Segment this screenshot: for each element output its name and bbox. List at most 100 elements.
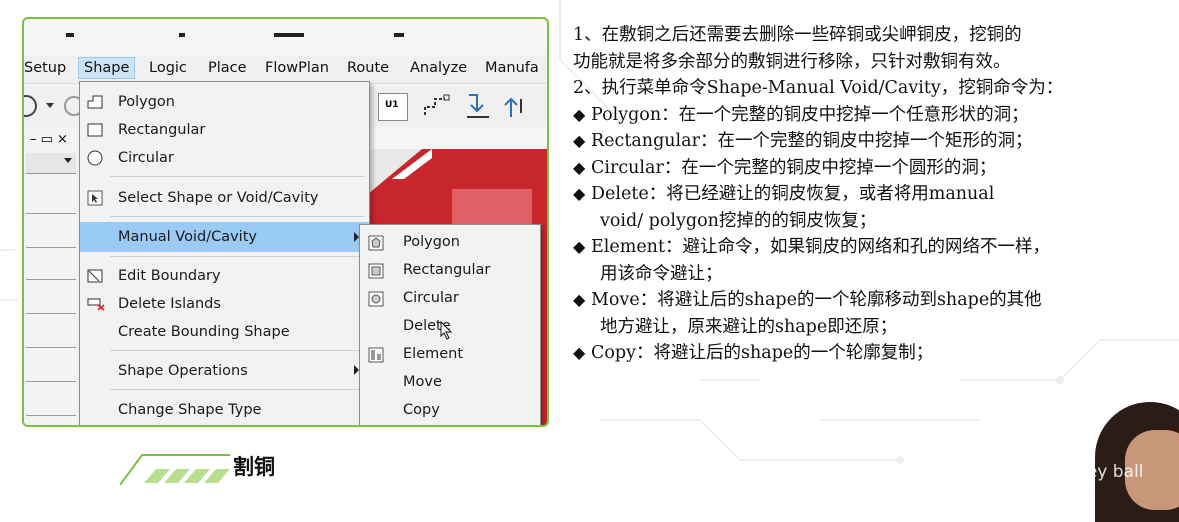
menu-item-label: Polygon [118, 94, 175, 110]
section-caption: 割铜 [233, 455, 275, 479]
submenu-item-move[interactable]: Move [360, 369, 540, 397]
menu-item-label: Create Bounding Shape [118, 324, 290, 340]
submenu-item-circular[interactable]: Circular [360, 285, 540, 313]
submenu-item-rectangular[interactable]: Rectangular [360, 257, 540, 285]
title-fragment [394, 33, 404, 37]
note-line: 2、执行菜单命令Shape-Manual Void/Cavity，挖铜命令为： [573, 78, 1064, 98]
menu-separator [110, 256, 365, 257]
divider [26, 213, 76, 214]
title-fragment [179, 33, 185, 37]
menu-item-shape-operations[interactable]: Shape Operations [80, 357, 369, 385]
select-shape-icon [87, 190, 103, 206]
submenu-item-polygon[interactable]: Polygon [360, 229, 540, 257]
note-line: ◆ Move：将避让后的shape的一个轮廓移动到shape的其他 [573, 287, 1173, 314]
menu-item-label: Delete Islands [118, 296, 221, 312]
menu-manufacture[interactable]: Manufa [485, 60, 539, 76]
diamond-bullet-icon: ◆ [573, 131, 586, 150]
submenu-item-label: Circular [403, 290, 459, 306]
menu-item-create-bounding-shape[interactable]: Create Bounding Shape [80, 318, 369, 346]
polygon-icon [87, 95, 103, 109]
submenu-item-delete[interactable]: Delete [360, 313, 540, 341]
menu-item-label: Manual Void/Cavity [118, 229, 257, 245]
note-line: ◆ Polygon：在一个完整的铜皮中挖掉一个任意形状的洞； [573, 102, 1173, 129]
menu-item-delete-islands[interactable]: Delete Islands [80, 290, 369, 318]
element-icon [368, 347, 384, 363]
menu-separator [110, 176, 365, 177]
menu-analyze[interactable]: Analyze [410, 60, 467, 76]
title-fragment [66, 33, 74, 37]
menu-separator [110, 216, 365, 217]
submenu-item-label: Rectangular [403, 262, 491, 278]
shape-menu: Polygon Rectangular Circular Select Shap… [79, 81, 370, 425]
note-line: ◆ Copy：将避让后的shape的一个轮廓复制； [573, 340, 1173, 367]
menu-item-label: Circular [118, 150, 174, 166]
note-line: ◆ Circular：在一个完整的铜皮中挖掉一个圆形的洞； [573, 155, 1173, 182]
menu-item-select-shape[interactable]: Select Shape or Void/Cavity [80, 184, 369, 212]
divider [26, 347, 76, 348]
note-text: Move：将避让后的shape的一个轮廓移动到shape的其他 [591, 290, 1042, 310]
void-circle-icon [368, 291, 384, 307]
menu-item-polygon[interactable]: Polygon [80, 88, 369, 116]
menu-item-rectangular[interactable]: Rectangular [80, 116, 369, 144]
route-tools-icons[interactable] [419, 91, 549, 121]
menu-separator [110, 389, 365, 390]
divider [26, 279, 76, 280]
menu-item-label: Rectangular [118, 122, 206, 138]
menu-item-label: Change Shape Type [118, 402, 262, 418]
delete-islands-icon [87, 298, 105, 311]
note-line: 用该命令避让； [600, 263, 723, 284]
divider [26, 381, 76, 382]
submenu-item-label: Polygon [403, 234, 460, 250]
menu-item-label: Select Shape or Void/Cavity [118, 190, 319, 206]
menu-item-edit-boundary[interactable]: Edit Boundary [80, 262, 369, 290]
note-line: ◆ Element：避让命令，如果铜皮的网络和孔的网络不一样， [573, 234, 1173, 261]
note-text: Copy：将避让后的shape的一个轮廓复制； [591, 343, 934, 363]
menu-logic[interactable]: Logic [149, 60, 187, 76]
menu-item-change-shape-type[interactable]: Change Shape Type [80, 396, 369, 424]
rectangle-icon [87, 123, 103, 137]
panel-controls-icon[interactable]: – ▭ × [30, 132, 68, 147]
notes-text: 1、在敷铜之后还需要去删除一些碎铜或尖岬铜皮，挖铜的 功能就是将多余部分的敷铜进… [573, 22, 1173, 367]
note-text: Rectangular：在一个完整的铜皮中挖掉一个矩形的洞； [591, 131, 1033, 151]
watermark: CSDN @honey ball [984, 462, 1144, 482]
diamond-bullet-icon: ◆ [573, 343, 586, 362]
menu-place[interactable]: Place [208, 60, 247, 76]
menu-shape[interactable]: Shape [78, 57, 136, 79]
menu-item-label: Shape Operations [118, 363, 248, 379]
note-line: 1、在敷铜之后还需要去删除一些碎铜或尖岬铜皮，挖铜的 [573, 25, 1022, 45]
note-line: ◆ Rectangular：在一个完整的铜皮中挖掉一个矩形的洞； [573, 128, 1173, 155]
menu-separator [110, 350, 365, 351]
void-polygon-icon [368, 235, 384, 251]
submenu-item-label: Move [403, 374, 442, 390]
canvas-corner [362, 149, 422, 199]
chip-icon[interactable]: U1 [378, 93, 408, 121]
menu-flowplan[interactable]: FlowPlan [265, 60, 329, 76]
chip-label: U1 [385, 100, 399, 110]
menu-item-manual-void[interactable]: Manual Void/Cavity [80, 222, 369, 252]
note-text: Circular：在一个完整的铜皮中挖掉一个圆形的洞； [591, 157, 997, 178]
manual-void-submenu: Polygon Rectangular Circular Delete Elem… [359, 224, 541, 425]
circle-icon [87, 150, 103, 166]
panel-dropdown[interactable] [26, 153, 76, 174]
menu-item-label: Edit Boundary [118, 268, 221, 284]
menu-route[interactable]: Route [347, 60, 389, 76]
chevron-down-icon [64, 158, 72, 163]
left-panel: – ▭ × [24, 127, 79, 425]
submenu-item-element[interactable]: Element [360, 341, 540, 369]
note-text: Delete：将已经避让的铜皮恢复，或者将用manual [591, 184, 995, 204]
menu-bar: Setup Shape Logic Place FlowPlan Route A… [24, 55, 547, 84]
diamond-bullet-icon: ◆ [573, 104, 586, 124]
note-text: Polygon：在一个完整的铜皮中挖掉一个任意形状的洞； [591, 104, 1029, 125]
diamond-bullet-icon: ◆ [573, 184, 586, 203]
menu-item-circular[interactable]: Circular [80, 144, 369, 172]
menu-setup[interactable]: Setup [24, 60, 66, 76]
divider [26, 415, 76, 416]
note-line: 功能就是将多余部分的敷铜进行移除，只针对敷铜有效。 [573, 51, 1011, 72]
submenu-item-copy[interactable]: Copy [360, 397, 540, 425]
submenu-item-label: Element [403, 346, 464, 362]
mouse-cursor-icon [440, 321, 453, 340]
title-fragment [274, 33, 304, 37]
zoom-icon[interactable] [24, 91, 84, 121]
screenshot-panel: Setup Shape Logic Place FlowPlan Route A… [22, 17, 549, 427]
edit-boundary-icon [87, 269, 103, 283]
